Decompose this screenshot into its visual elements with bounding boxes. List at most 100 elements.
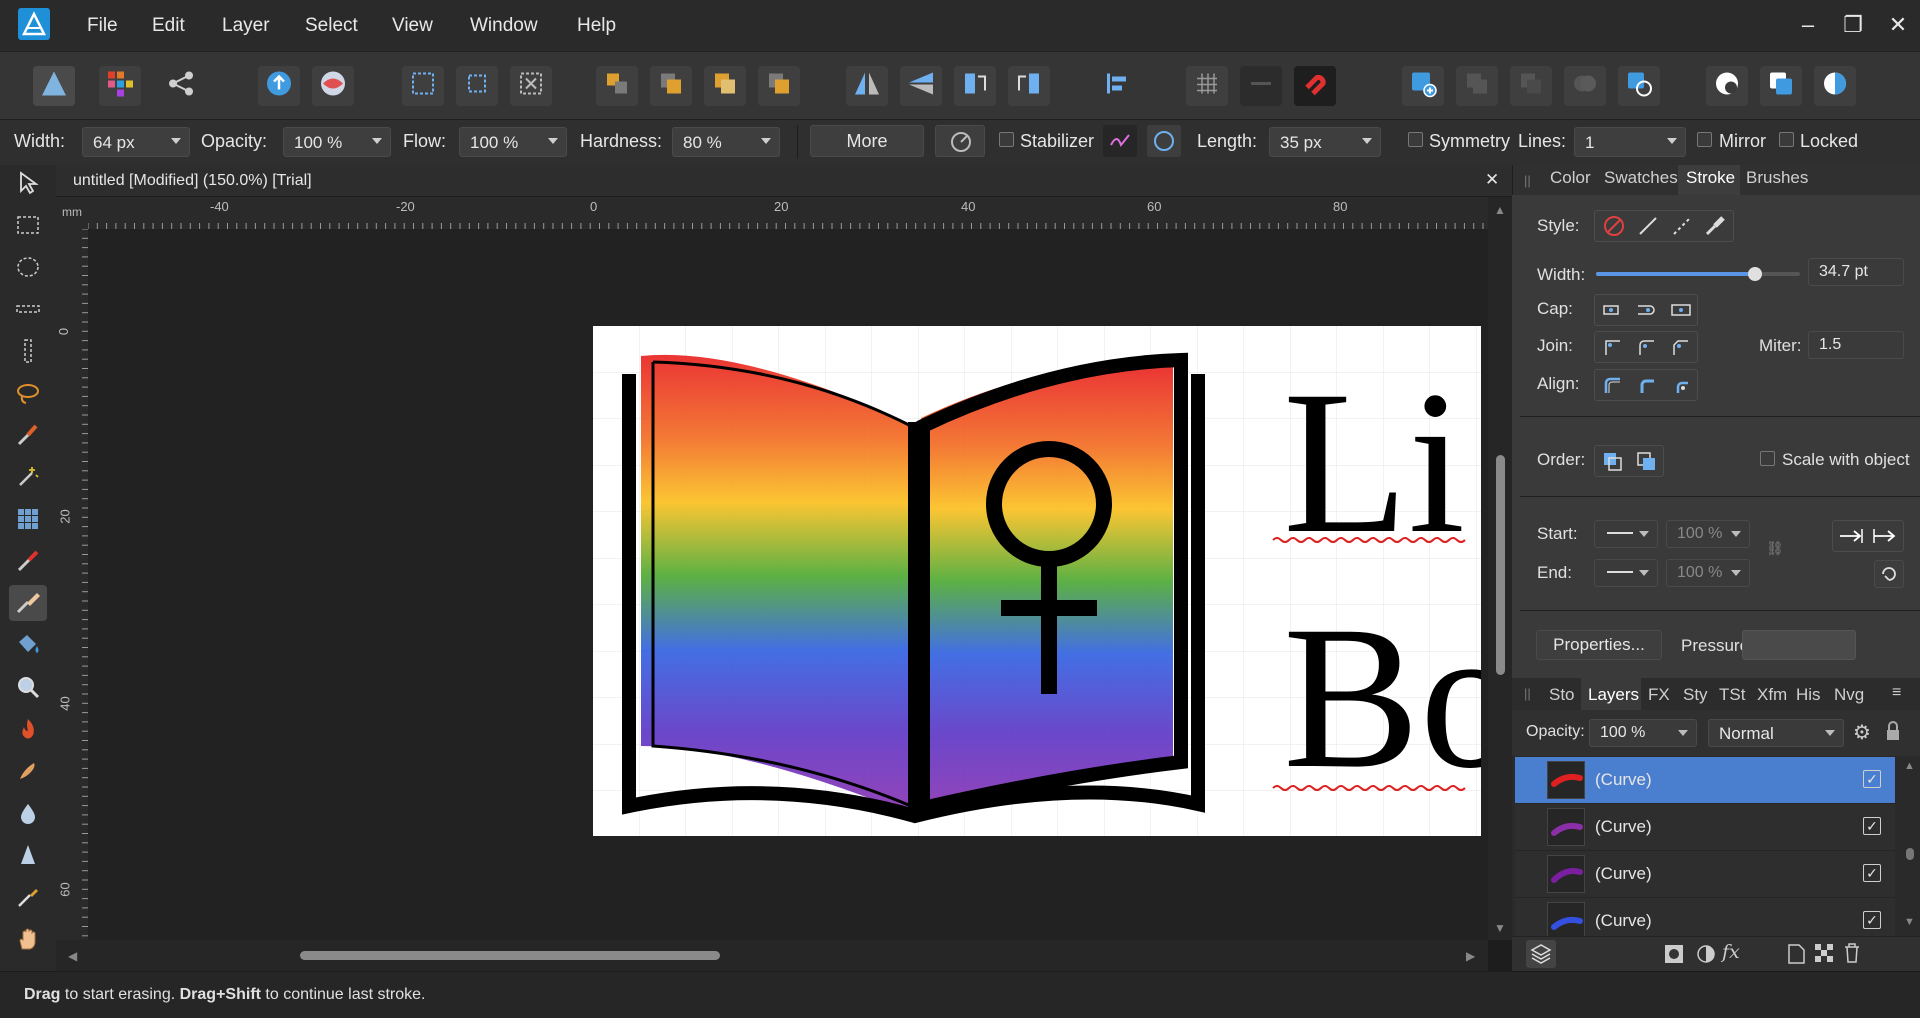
layer-visibility-checkbox[interactable]: ✓ bbox=[1863, 911, 1881, 929]
smudge-tool-icon[interactable] bbox=[9, 753, 47, 789]
layer-visibility-checkbox[interactable]: ✓ bbox=[1863, 864, 1881, 882]
stroke-behind-icon[interactable] bbox=[1600, 449, 1626, 473]
square-cap-icon[interactable] bbox=[1668, 298, 1694, 322]
photo-persona-icon[interactable] bbox=[33, 66, 75, 106]
boolean-xor-icon[interactable] bbox=[1618, 66, 1660, 106]
tab-color[interactable]: Color bbox=[1550, 168, 1591, 188]
boolean-subtract-icon[interactable] bbox=[1510, 66, 1552, 106]
link-icon[interactable]: ⛓ bbox=[1766, 540, 1784, 557]
layer-lock-icon[interactable] bbox=[1884, 720, 1902, 744]
snapping-grid-icon[interactable] bbox=[1186, 66, 1228, 106]
hand-tool-icon[interactable] bbox=[9, 921, 47, 957]
burn-tool-icon[interactable] bbox=[9, 711, 47, 747]
tab-history[interactable]: His bbox=[1796, 685, 1821, 705]
invert-selection-icon[interactable] bbox=[510, 66, 552, 106]
panel-menu-icon[interactable]: ≡ bbox=[1892, 684, 1901, 702]
brush-hardness-field[interactable]: 80 % bbox=[672, 127, 780, 157]
start-arrowhead-dropdown[interactable] bbox=[1594, 520, 1658, 548]
end-arrowhead-dropdown[interactable] bbox=[1594, 559, 1658, 587]
arrange-front-icon[interactable] bbox=[758, 66, 800, 106]
restore-button[interactable]: ❐ bbox=[1838, 10, 1868, 40]
flood-fill-icon[interactable] bbox=[9, 627, 47, 663]
menu-edit[interactable]: Edit bbox=[152, 0, 185, 51]
close-document-button[interactable]: ✕ bbox=[1485, 170, 1499, 190]
fx-layer-icon[interactable]: fx bbox=[1722, 941, 1740, 963]
vertical-scroll-thumb[interactable] bbox=[1496, 455, 1505, 675]
layer-row[interactable]: (Curve) ✓ bbox=[1515, 804, 1895, 851]
layers-scrollbar[interactable]: ▲ ▼ bbox=[1900, 756, 1920, 936]
boolean-add-icon[interactable] bbox=[1456, 66, 1498, 106]
tab-navigator[interactable]: Nvg bbox=[1834, 685, 1864, 705]
delete-layer-icon[interactable] bbox=[1842, 942, 1862, 964]
symmetry-lines-field[interactable]: 1 bbox=[1574, 127, 1686, 157]
arrange-forward-icon[interactable] bbox=[704, 66, 746, 106]
close-window-button[interactable]: ✕ bbox=[1883, 10, 1913, 40]
end-scale-field[interactable]: 100 % bbox=[1666, 559, 1750, 587]
arrange-back-icon[interactable] bbox=[596, 66, 638, 106]
mask-icon[interactable] bbox=[1706, 66, 1748, 106]
minimize-button[interactable]: – bbox=[1793, 10, 1823, 40]
scroll-right-icon[interactable]: ▶ bbox=[1466, 949, 1475, 963]
erase-brush-icon[interactable] bbox=[9, 585, 47, 621]
flip-vertical-icon[interactable] bbox=[900, 66, 942, 106]
menu-help[interactable]: Help bbox=[577, 0, 616, 51]
tab-transform[interactable]: Xfm bbox=[1757, 685, 1787, 705]
row-marquee-icon[interactable] bbox=[9, 291, 47, 327]
panel-grip-icon[interactable]: || bbox=[1524, 173, 1531, 188]
menu-select[interactable]: Select bbox=[305, 0, 358, 51]
align-inside-icon[interactable] bbox=[1600, 373, 1626, 397]
horizontal-scrollbar[interactable]: ◀ ▶ bbox=[56, 940, 1488, 971]
round-cap-icon[interactable] bbox=[1634, 298, 1660, 322]
tab-styles[interactable]: Sty bbox=[1683, 685, 1708, 705]
paint-brush-icon[interactable] bbox=[9, 543, 47, 579]
boolean-intersect-icon[interactable] bbox=[1564, 66, 1606, 106]
tab-text-styles[interactable]: TSt bbox=[1719, 685, 1745, 705]
layers-scroll-down-icon[interactable]: ▼ bbox=[1904, 916, 1915, 928]
brush-opacity-field[interactable]: 100 % bbox=[283, 127, 391, 157]
tab-swatches[interactable]: Swatches bbox=[1604, 168, 1678, 188]
layer-row[interactable]: (Curve) ✓ bbox=[1515, 851, 1895, 898]
layers-stack-icon[interactable] bbox=[1526, 940, 1556, 968]
rectangular-marquee-icon[interactable] bbox=[9, 207, 47, 243]
scroll-left-icon[interactable]: ◀ bbox=[68, 949, 77, 963]
brush-width-field[interactable]: 64 px bbox=[82, 127, 190, 157]
document-page[interactable]: Li Bo bbox=[593, 326, 1481, 836]
layer-settings-gear-icon[interactable]: ⚙ bbox=[1853, 720, 1871, 745]
symmetry-checkbox[interactable] bbox=[1408, 132, 1423, 147]
layer-row[interactable]: (Curve) ✓ bbox=[1515, 898, 1895, 936]
liquify-persona-icon[interactable] bbox=[312, 66, 354, 106]
adjustment-icon[interactable] bbox=[1814, 66, 1856, 106]
horizontal-scroll-thumb[interactable] bbox=[300, 951, 720, 960]
align-icon[interactable] bbox=[1096, 66, 1138, 106]
elliptical-marquee-icon[interactable] bbox=[9, 249, 47, 285]
add-pixel-layer-icon[interactable] bbox=[1402, 66, 1444, 106]
rotate-right-icon[interactable] bbox=[1008, 66, 1050, 106]
share-icon[interactable] bbox=[160, 66, 202, 106]
vertical-scrollbar[interactable]: ▲ ▼ bbox=[1488, 197, 1512, 940]
tab-stroke[interactable]: Stroke bbox=[1686, 168, 1735, 188]
blend-mode-dropdown[interactable]: Normal bbox=[1708, 719, 1844, 747]
round-join-icon[interactable] bbox=[1634, 335, 1660, 359]
stroke-width-field[interactable]: 34.7 pt bbox=[1808, 258, 1904, 286]
solid-stroke-icon[interactable] bbox=[1635, 214, 1661, 238]
flip-horizontal-icon[interactable] bbox=[846, 66, 888, 106]
move-tool-icon[interactable] bbox=[9, 165, 47, 201]
stroke-width-slider-track[interactable] bbox=[1596, 267, 1800, 281]
stroke-width-slider-knob[interactable] bbox=[1748, 267, 1763, 281]
locked-checkbox[interactable] bbox=[1779, 132, 1794, 147]
window-mode-icon[interactable] bbox=[1147, 125, 1181, 157]
freehand-selection-icon[interactable] bbox=[9, 375, 47, 411]
layer-visibility-checkbox[interactable]: ✓ bbox=[1863, 770, 1881, 788]
arrange-backward-icon[interactable] bbox=[650, 66, 692, 106]
properties-button[interactable]: Properties... bbox=[1536, 630, 1662, 660]
rope-mode-icon[interactable] bbox=[1103, 125, 1137, 157]
align-outside-icon[interactable] bbox=[1668, 373, 1694, 397]
pixel-persona-icon[interactable] bbox=[99, 66, 141, 106]
brush-stroke-icon[interactable] bbox=[1703, 214, 1729, 238]
tab-layers[interactable]: Layers bbox=[1588, 685, 1639, 705]
zoom-tool-icon[interactable] bbox=[9, 669, 47, 705]
scale-with-object-checkbox[interactable] bbox=[1760, 451, 1775, 466]
snapping-magnet-icon[interactable] bbox=[1294, 66, 1336, 106]
brush-flow-field[interactable]: 100 % bbox=[459, 127, 567, 157]
adjustment-layer-icon[interactable] bbox=[1696, 944, 1716, 964]
